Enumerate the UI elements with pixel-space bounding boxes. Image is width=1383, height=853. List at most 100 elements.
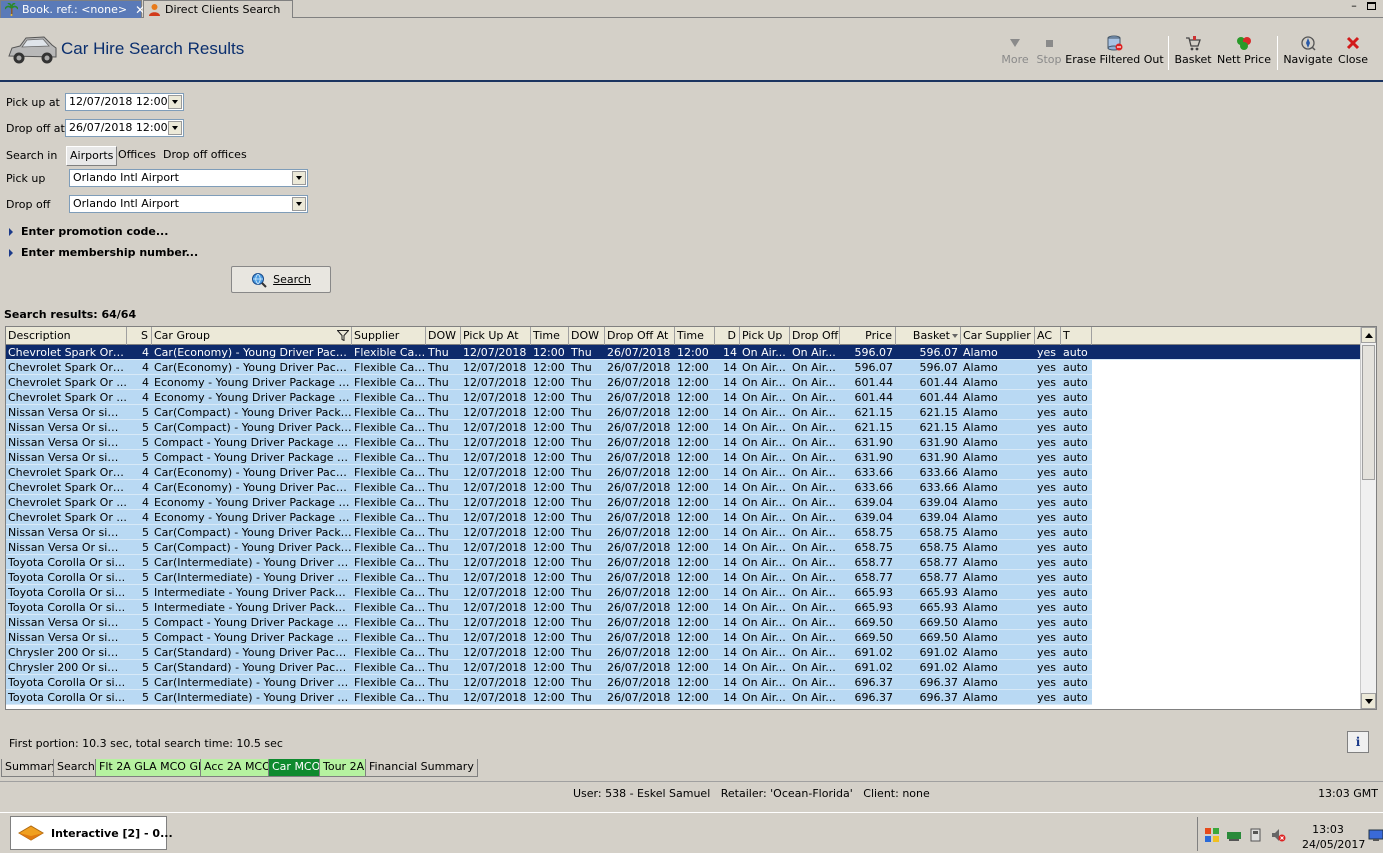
- table-cell: Thu: [571, 511, 592, 524]
- table-row[interactable]: Chrysler 200 Or simil... 5 Car(Standard) -…: [6, 645, 1364, 660]
- table-row[interactable]: Chevrolet Spark Or ... 4 Economy - Young D…: [6, 510, 1364, 525]
- tab-financial-summary[interactable]: Financial Summary: [365, 759, 478, 777]
- dropoff-datetime-field[interactable]: 26/07/2018 12:00: [65, 119, 184, 137]
- table-row[interactable]: Chevrolet Spark Or si... 4 Car(Economy) - …: [6, 360, 1364, 375]
- table-cell: On Air...: [742, 526, 786, 539]
- pickup-datetime-field[interactable]: 12/07/2018 12:00: [65, 93, 184, 111]
- tab-car[interactable]: Car MCO: [268, 759, 325, 777]
- table-row[interactable]: Chevrolet Spark Or si... 4 Car(Economy) - …: [6, 345, 1364, 360]
- vertical-scrollbar[interactable]: [1360, 327, 1376, 709]
- table-cell: 26/07/2018: [607, 601, 671, 614]
- table-row[interactable]: Nissan Versa Or simil... 5 Compact - Young…: [6, 450, 1364, 465]
- column-header-dropoff[interactable]: Drop Off: [790, 327, 840, 345]
- table-row[interactable]: Toyota Corolla Or si... 5 Car(Intermediate…: [6, 690, 1364, 705]
- show-desktop-icon[interactable]: [1368, 827, 1383, 843]
- nett-price-button[interactable]: Nett Price: [1217, 35, 1271, 71]
- table-row[interactable]: Toyota Corolla Or si... 5 Car(Intermediate…: [6, 675, 1364, 690]
- table-row[interactable]: Chrysler 200 Or simil... 5 Car(Standard) -…: [6, 660, 1364, 675]
- device-icon[interactable]: [1248, 827, 1264, 843]
- table-row[interactable]: Nissan Versa Or simil... 5 Car(Compact) - …: [6, 525, 1364, 540]
- close-button[interactable]: Close: [1338, 35, 1368, 71]
- volume-muted-icon[interactable]: [1270, 827, 1286, 843]
- column-header-s[interactable]: S: [127, 327, 152, 345]
- table-cell: 14: [723, 451, 737, 464]
- column-header-time[interactable]: Time: [675, 327, 715, 345]
- restore-button[interactable]: [1364, 0, 1378, 14]
- table-cell: 26/07/2018: [607, 676, 671, 689]
- tab-search[interactable]: Search: [53, 759, 99, 777]
- table-cell: 14: [723, 541, 737, 554]
- minimize-button[interactable]: –: [1347, 0, 1361, 14]
- column-header-dropoff-at[interactable]: Drop Off At: [605, 327, 675, 345]
- table-row[interactable]: Chevrolet Spark Or ... 4 Economy - Young D…: [6, 495, 1364, 510]
- table-cell: Flexible Car...: [354, 646, 426, 659]
- column-header-car-supplier[interactable]: Car Supplier: [961, 327, 1035, 345]
- table-cell: yes: [1037, 436, 1057, 449]
- column-header-pickup[interactable]: Pick Up: [740, 327, 790, 345]
- table-row[interactable]: Nissan Versa Or simil... 5 Car(Compact) - …: [6, 405, 1364, 420]
- search-in-offices[interactable]: Offices: [115, 146, 159, 166]
- pickup-location-select[interactable]: Orlando Intl Airport: [69, 169, 308, 187]
- table-cell: On Air...: [792, 541, 836, 554]
- chevron-down-icon[interactable]: [292, 171, 306, 185]
- table-cell: Thu: [428, 436, 449, 449]
- search-button[interactable]: Search: [231, 266, 331, 293]
- table-row[interactable]: Chevrolet Spark Or ... 4 Economy - Young D…: [6, 390, 1364, 405]
- scroll-up-button[interactable]: [1361, 327, 1376, 343]
- column-header-description[interactable]: Description: [6, 327, 127, 345]
- table-row[interactable]: Toyota Corolla Or si... 5 Car(Intermediate…: [6, 570, 1364, 585]
- basket-button[interactable]: Basket: [1174, 35, 1212, 71]
- column-header-car-group[interactable]: Car Group: [152, 327, 352, 345]
- column-header-supplier[interactable]: Supplier: [352, 327, 426, 345]
- column-header-t[interactable]: T: [1061, 327, 1092, 345]
- doc-tab-direct-clients[interactable]: Direct Clients Search: [143, 0, 293, 18]
- table-cell: 14: [723, 436, 737, 449]
- column-header-dow[interactable]: DOW: [569, 327, 605, 345]
- filter-icon[interactable]: [337, 330, 349, 341]
- search-in-airports[interactable]: Airports: [66, 146, 118, 166]
- tray-clock[interactable]: 13:03 24/05/2017: [1302, 822, 1365, 852]
- chevron-down-icon[interactable]: [292, 197, 306, 211]
- table-row[interactable]: Toyota Corolla Or si... 5 Intermediate - Y…: [6, 585, 1364, 600]
- promotion-code-expander[interactable]: Enter promotion code...: [9, 225, 168, 238]
- erase-filtered-out-button[interactable]: Erase Filtered Out: [1065, 35, 1164, 71]
- windows-flag-icon[interactable]: [1204, 827, 1220, 843]
- table-row[interactable]: Toyota Corolla Or si... 5 Intermediate - Y…: [6, 600, 1364, 615]
- tab-flight[interactable]: Flt 2A GLA MCO GLA: [95, 759, 216, 777]
- tab-tour[interactable]: Tour 2A: [319, 759, 369, 777]
- more-button[interactable]: More: [1001, 35, 1029, 71]
- table-cell: 5: [142, 541, 149, 554]
- tab-accommodation[interactable]: Acc 2A MCO: [200, 759, 275, 777]
- chevron-down-icon[interactable]: [168, 121, 182, 135]
- navigate-button[interactable]: Navigate: [1283, 35, 1333, 71]
- stop-button[interactable]: Stop: [1037, 35, 1062, 71]
- status-bar: User: 538 - Eskel Samuel Retailer: 'Ocea…: [0, 781, 1383, 803]
- table-row[interactable]: Nissan Versa Or simil... 5 Compact - Young…: [6, 435, 1364, 450]
- table-row[interactable]: Nissan Versa Or simil... 5 Compact - Young…: [6, 630, 1364, 645]
- membership-number-expander[interactable]: Enter membership number...: [9, 246, 198, 259]
- table-row[interactable]: Nissan Versa Or simil... 5 Compact - Young…: [6, 615, 1364, 630]
- search-in-dropoff-offices[interactable]: Drop off offices: [160, 146, 250, 166]
- column-header-dow[interactable]: DOW: [426, 327, 461, 345]
- table-row[interactable]: Chevrolet Spark Or si... 4 Car(Economy) - …: [6, 480, 1364, 495]
- column-header-price[interactable]: Price: [840, 327, 896, 345]
- doc-tab-booking[interactable]: Book. ref.: <none> ✕: [0, 0, 145, 18]
- column-header-d[interactable]: D: [715, 327, 740, 345]
- scroll-down-button[interactable]: [1361, 693, 1376, 709]
- column-header-time[interactable]: Time: [531, 327, 569, 345]
- taskbar-app-button[interactable]: Interactive [2] - 0...: [10, 816, 173, 850]
- dropoff-location-select[interactable]: Orlando Intl Airport: [69, 195, 308, 213]
- network-card-icon[interactable]: [1226, 827, 1242, 843]
- table-row[interactable]: Chevrolet Spark Or ... 4 Economy - Young D…: [6, 375, 1364, 390]
- scroll-thumb[interactable]: [1362, 345, 1375, 480]
- column-header-ac[interactable]: AC: [1035, 327, 1061, 345]
- info-button[interactable]: i: [1347, 731, 1369, 753]
- column-header-basket[interactable]: Basket: [896, 327, 961, 345]
- chevron-down-icon[interactable]: [168, 95, 182, 109]
- table-row[interactable]: Chevrolet Spark Or si... 4 Car(Economy) - …: [6, 465, 1364, 480]
- results-grid[interactable]: Description S Car Group Supplier DOW Pick Up …: [5, 326, 1377, 710]
- table-row[interactable]: Nissan Versa Or simil... 5 Car(Compact) - …: [6, 540, 1364, 555]
- column-header-pickup-at[interactable]: Pick Up At: [461, 327, 531, 345]
- table-row[interactable]: Nissan Versa Or simil... 5 Car(Compact) - …: [6, 420, 1364, 435]
- table-row[interactable]: Toyota Corolla Or si... 5 Car(Intermediate…: [6, 555, 1364, 570]
